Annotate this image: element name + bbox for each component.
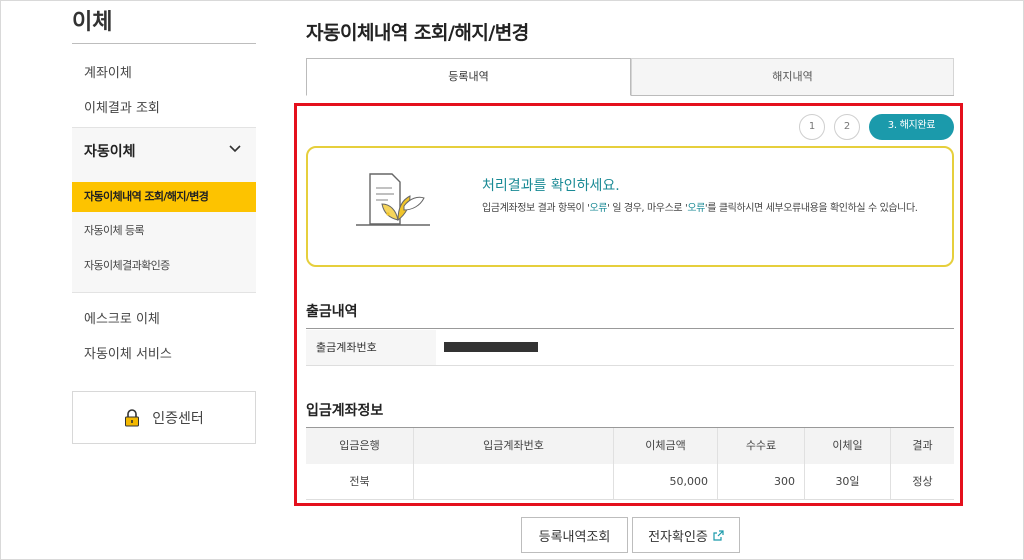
document-plant-icon bbox=[356, 173, 430, 226]
withdrawal-bottom-rule bbox=[306, 365, 954, 366]
sidebar-title: 이체 bbox=[72, 10, 113, 35]
withdrawal-title: 출금내역 bbox=[306, 304, 358, 320]
sidebar-item-auto-transfer-certificate[interactable]: 자동이체결과확인증 bbox=[72, 251, 256, 281]
history-lookup-label: 등록내역조회 bbox=[538, 529, 611, 545]
result-title: 처리결과를 확인하세요. bbox=[482, 178, 620, 194]
sidebar-divider bbox=[72, 43, 256, 44]
sidebar-link-escrow[interactable]: 에스크로 이체 bbox=[84, 308, 160, 327]
sidebar-link-auto-transfer-service[interactable]: 자동이체 서비스 bbox=[84, 343, 172, 362]
sidebar-item-auto-transfer-history[interactable]: 자동이체내역 조회/해지/변경 bbox=[72, 182, 256, 212]
error-keyword: 오류 bbox=[589, 203, 608, 214]
header-result: 결과 bbox=[891, 428, 954, 464]
withdrawal-top-rule bbox=[306, 328, 954, 329]
cell-transfer-day: 30일 bbox=[805, 464, 891, 499]
header-transfer-day: 이체일 bbox=[805, 428, 891, 464]
tab-cancelled[interactable]: 해지내역 bbox=[631, 58, 954, 96]
step-1: 1 bbox=[799, 114, 825, 140]
lock-icon bbox=[125, 408, 140, 426]
deposit-bottom-rule bbox=[306, 499, 954, 500]
result-notice: 처리결과를 확인하세요. 입금계좌정보 결과 항목이 '오류' 일 경우, 마우… bbox=[306, 146, 954, 267]
e-certificate-label: 전자확인증 bbox=[648, 529, 708, 545]
external-link-icon bbox=[713, 529, 724, 541]
cell-bank: 전북 bbox=[306, 464, 414, 499]
cell-result[interactable]: 정상 bbox=[891, 464, 954, 499]
error-keyword: 오류 bbox=[687, 203, 705, 214]
tab-registered[interactable]: 등록내역 bbox=[306, 58, 631, 96]
withdrawal-account-label: 출금계좌번호 bbox=[306, 330, 436, 365]
deposit-title: 입금계좌정보 bbox=[306, 403, 384, 419]
result-desc-part: ' 일 경우, 마우스로 ' bbox=[607, 203, 688, 214]
history-lookup-button[interactable]: 등록내역조회 bbox=[521, 517, 628, 553]
page-title: 자동이체내역 조회/해지/변경 bbox=[306, 22, 529, 44]
sidebar-link-transfer-result[interactable]: 이체결과 조회 bbox=[84, 97, 160, 116]
tab-underline bbox=[631, 95, 954, 96]
sidebar-section-auto-transfer: 자동이체 자동이체내역 조회/해지/변경 자동이체 등록 자동이체결과확인증 bbox=[72, 127, 256, 293]
header-bank: 입금은행 bbox=[306, 428, 414, 464]
sidebar-section-head[interactable]: 자동이체 bbox=[84, 141, 136, 161]
cell-amount: 50,000 bbox=[614, 464, 718, 499]
chevron-down-icon[interactable] bbox=[226, 140, 244, 158]
cert-center-button[interactable]: 인증센터 bbox=[72, 391, 256, 444]
header-account-number: 입금계좌번호 bbox=[414, 428, 614, 464]
step-3-active: 3. 해지완료 bbox=[869, 114, 954, 140]
sidebar-link-account-transfer[interactable]: 계좌이체 bbox=[84, 62, 132, 81]
result-desc-part: 입금계좌정보 결과 항목이 ' bbox=[482, 203, 590, 214]
header-fee: 수수료 bbox=[718, 428, 805, 464]
sidebar-item-auto-transfer-register[interactable]: 자동이체 등록 bbox=[72, 216, 256, 246]
result-description: 입금계좌정보 결과 항목이 '오류' 일 경우, 마우스로 '오류'를 클릭하시… bbox=[482, 200, 948, 217]
cell-fee: 300 bbox=[718, 464, 805, 499]
cert-center-label: 인증센터 bbox=[152, 410, 204, 427]
cell-account-number bbox=[414, 464, 614, 499]
header-amount: 이체금액 bbox=[614, 428, 718, 464]
masked-account-number bbox=[444, 342, 538, 352]
step-2: 2 bbox=[834, 114, 860, 140]
e-certificate-button[interactable]: 전자확인증 bbox=[632, 517, 740, 553]
result-desc-part: '를 클릭하시면 세부오류내용을 확인하실 수 있습니다. bbox=[704, 203, 918, 214]
